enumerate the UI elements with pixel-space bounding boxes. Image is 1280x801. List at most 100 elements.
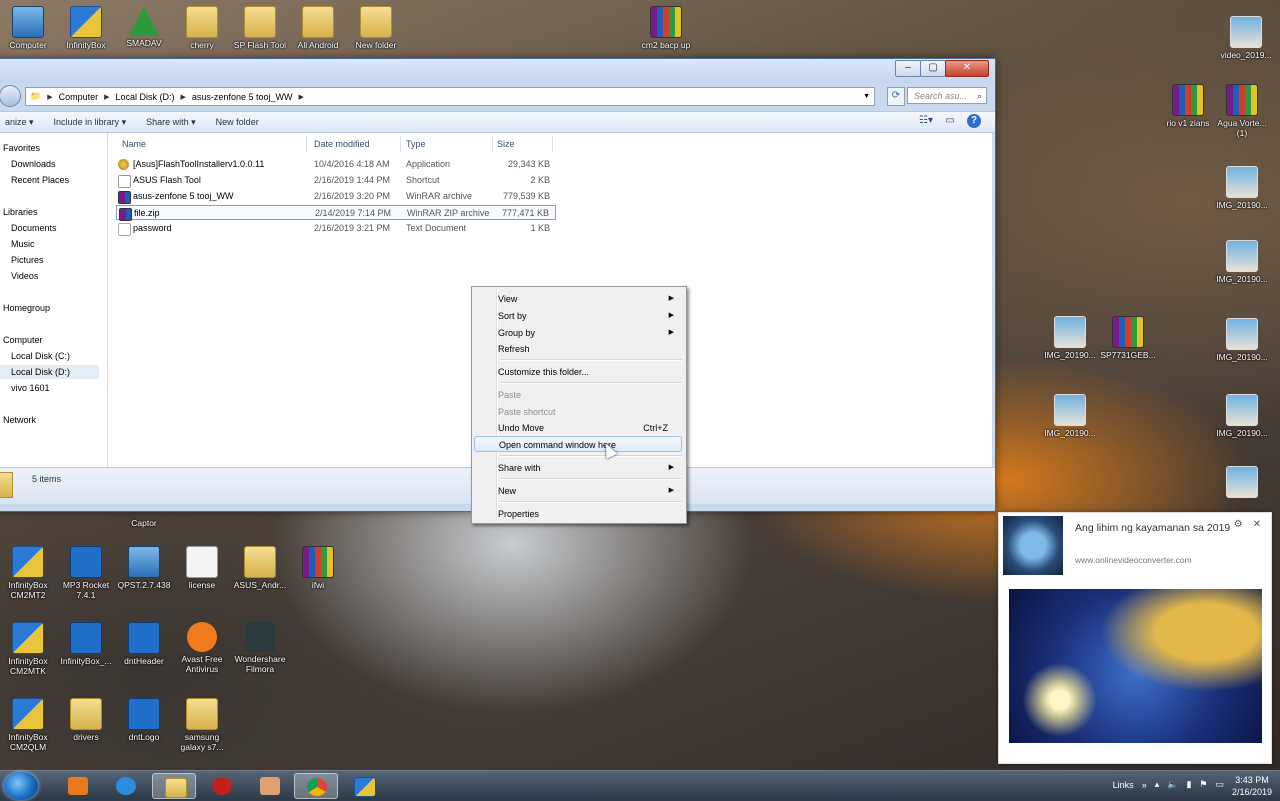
nav-computer[interactable]: Computer xyxy=(3,335,43,345)
desktop-icon-new-folder[interactable]: New folder xyxy=(348,6,404,50)
notification-popup[interactable]: Ang lihim ng kayamanan sa 2019 www.onlin… xyxy=(998,512,1272,764)
desktop-icon-video[interactable]: video_2019... xyxy=(1216,16,1276,60)
close-button[interactable]: ✕ xyxy=(945,60,989,77)
nav-local-disk-c[interactable]: Local Disk (C:) xyxy=(11,351,70,361)
column-header-type[interactable]: Type xyxy=(406,139,426,149)
desktop-icon-asus-andr[interactable]: ASUS_Andr... xyxy=(232,546,288,590)
chevron-down-icon[interactable]: ▼ xyxy=(863,93,870,100)
nav-documents[interactable]: Documents xyxy=(11,223,57,233)
back-button[interactable] xyxy=(0,85,21,107)
action-center-icon[interactable]: ⚑ xyxy=(1199,779,1207,790)
refresh-icon[interactable]: ⟳ xyxy=(887,87,905,106)
desktop-icon-img-4[interactable]: IMG_20190... xyxy=(1214,318,1270,362)
nav-recent-places[interactable]: Recent Places xyxy=(11,175,69,185)
menu-item-refresh[interactable]: Refresh xyxy=(474,341,682,357)
organize-menu[interactable]: anize ▾ xyxy=(0,117,44,128)
address-bar[interactable]: 📁 ▶ Computer ▶ Local Disk (D:) ▶ asus-ze… xyxy=(25,87,875,106)
desktop-icon-img-1[interactable]: IMG_20190... xyxy=(1214,166,1270,210)
tray-up-arrow-icon[interactable]: ▴ xyxy=(1155,779,1160,790)
column-header-name[interactable]: Name xyxy=(122,139,146,149)
desktop-icon-infinitybox-2[interactable]: InfinityBox_... xyxy=(58,622,114,666)
share-with-menu[interactable]: Share with ▾ xyxy=(136,117,206,128)
desktop-icon-drivers[interactable]: drivers xyxy=(58,698,114,742)
menu-item-view[interactable]: View ▶ xyxy=(474,291,682,307)
taskbar-infinitybox[interactable] xyxy=(342,773,386,799)
desktop-icon-img-7[interactable] xyxy=(1214,466,1270,500)
desktop-icon-cm2qlm[interactable]: InfinityBox CM2QLM xyxy=(0,698,56,752)
breadcrumb-computer[interactable]: Computer xyxy=(53,92,105,102)
desktop-icon-all-android[interactable]: All Android xyxy=(290,6,346,50)
desktop-icon-img-2[interactable]: IMG_20190... xyxy=(1214,240,1270,284)
desktop-icon-cherry[interactable]: cherry xyxy=(174,6,230,50)
nav-local-disk-d[interactable]: Local Disk (D:) xyxy=(0,365,99,379)
nav-favorites[interactable]: Favorites xyxy=(3,143,40,153)
column-header-size[interactable]: Size xyxy=(497,139,515,149)
view-options-icon[interactable]: ☷▾ xyxy=(919,114,933,128)
file-row[interactable]: asus-zenfone 5 tooj_WW 2/16/2019 3:20 PM… xyxy=(116,189,556,204)
file-row[interactable]: ASUS Flash Tool 2/16/2019 1:44 PM Shortc… xyxy=(116,173,556,188)
nav-pictures[interactable]: Pictures xyxy=(11,255,44,265)
nav-videos[interactable]: Videos xyxy=(11,271,38,281)
desktop-icon-img-6[interactable]: IMG_20190... xyxy=(1214,394,1270,438)
menu-item-paste-shortcut[interactable]: Paste shortcut xyxy=(474,404,682,420)
title-bar[interactable]: – ▢ ✕ xyxy=(0,59,995,83)
new-folder-button[interactable]: New folder xyxy=(206,117,269,127)
desktop-icon-sp7731[interactable]: SP7731GEB... xyxy=(1100,316,1156,360)
start-button[interactable] xyxy=(4,772,38,800)
desktop-icon-cm2mtk[interactable]: InfinityBox CM2MTK xyxy=(0,622,56,676)
menu-item-sort-by[interactable]: Sort by ▶ xyxy=(474,308,682,324)
desktop-icon-computer[interactable]: Computer xyxy=(0,6,56,50)
desktop-icon-sp-flash-tool[interactable]: SP Flash Tool xyxy=(232,6,288,50)
taskbar-explorer[interactable] xyxy=(152,773,196,799)
nav-downloads[interactable]: Downloads xyxy=(11,159,56,169)
battery-icon[interactable]: ▭ xyxy=(1215,779,1224,790)
breadcrumb-local-disk-d[interactable]: Local Disk (D:) xyxy=(110,92,181,102)
desktop-icon-img-3[interactable]: IMG_20190... xyxy=(1042,316,1098,360)
desktop-icon-mp3-rocket[interactable]: MP3 Rocket 7.4.1 xyxy=(58,546,114,600)
file-row[interactable]: [Asus]FlashToolInstallerv1.0.0.11 10/4/2… xyxy=(116,157,556,172)
desktop-icon-ifwi[interactable]: ifwi xyxy=(290,546,346,590)
menu-item-share-with[interactable]: Share with ▶ xyxy=(474,460,682,476)
desktop-icon-cm2mt2[interactable]: InfinityBox CM2MT2 xyxy=(0,546,56,600)
maximize-button[interactable]: ▢ xyxy=(920,60,946,77)
menu-item-properties[interactable]: Properties xyxy=(474,506,682,522)
taskbar-app-anime[interactable] xyxy=(248,773,292,799)
desktop-icon-filmora[interactable]: Wondershare Filmora xyxy=(232,622,288,674)
taskbar-chrome[interactable] xyxy=(294,773,338,799)
desktop-icon-samsung[interactable]: samsung galaxy s7... xyxy=(174,698,230,752)
desktop-icon-avast[interactable]: Avast Free Antivirus xyxy=(174,622,230,674)
help-icon[interactable]: ? xyxy=(967,114,981,128)
desktop-icon-qpst[interactable]: QPST.2.7.438 xyxy=(116,546,172,590)
nav-homegroup[interactable]: Homegroup xyxy=(3,303,50,313)
links-toolbar[interactable]: Links xyxy=(1113,780,1134,790)
file-row-selected[interactable]: file.zip 2/14/2019 7:14 PM WinRAR ZIP ar… xyxy=(116,205,556,221)
clock[interactable]: 3:43 PM 2/16/2019 xyxy=(1232,774,1272,798)
include-in-library-menu[interactable]: Include in library ▾ xyxy=(44,117,137,128)
menu-item-group-by[interactable]: Group by ▶ xyxy=(474,325,682,341)
nav-vivo-1601[interactable]: vivo 1601 xyxy=(11,383,50,393)
taskbar-app-red[interactable] xyxy=(200,773,244,799)
chevron-right-icon[interactable]: ▶ xyxy=(298,93,303,101)
nav-network[interactable]: Network xyxy=(3,415,36,425)
desktop-icon-img-5[interactable]: IMG_20190... xyxy=(1042,394,1098,438)
file-row[interactable]: password 2/16/2019 3:21 PM Text Document… xyxy=(116,221,556,236)
volume-icon[interactable]: 🔈 xyxy=(1167,779,1178,790)
nav-music[interactable]: Music xyxy=(11,239,35,249)
gear-icon[interactable]: ⚙ xyxy=(1234,519,1243,530)
minimize-button[interactable]: – xyxy=(895,60,921,77)
menu-item-undo-move[interactable]: Undo Move Ctrl+Z xyxy=(474,420,682,436)
column-divider[interactable] xyxy=(552,136,553,152)
breadcrumb-current-folder[interactable]: asus-zenfone 5 tooj_WW xyxy=(186,92,299,102)
column-divider[interactable] xyxy=(400,136,401,152)
desktop-icon-dntheader[interactable]: dntHeader xyxy=(116,622,172,666)
column-divider[interactable] xyxy=(492,136,493,152)
desktop-icon-license[interactable]: license xyxy=(174,546,230,590)
desktop-icon-agua[interactable]: Agua Vorte... (1) xyxy=(1214,84,1270,138)
desktop-icon-rio[interactable]: rio v1 zians xyxy=(1160,84,1216,128)
taskbar-media-player[interactable] xyxy=(56,773,100,799)
network-icon[interactable]: ▮ xyxy=(1186,779,1191,790)
desktop-icon-dntlogo[interactable]: dntLogo xyxy=(116,698,172,742)
taskbar-internet-explorer[interactable] xyxy=(104,773,148,799)
desktop-icon-smadav[interactable]: SMADAV xyxy=(116,6,172,48)
menu-item-customize-folder[interactable]: Customize this folder... xyxy=(474,364,682,380)
